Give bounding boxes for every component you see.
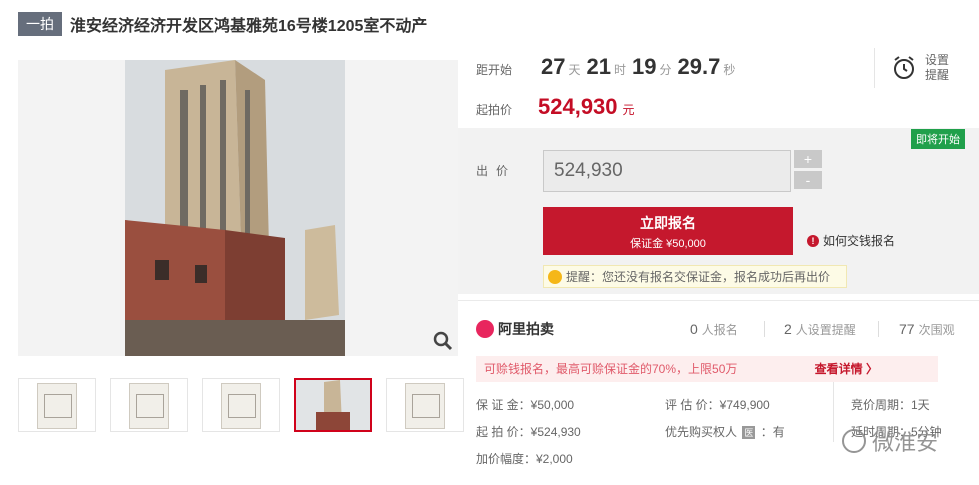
countdown: 距开始 27 天 21 时 19 分 29.7 秒: [476, 54, 738, 80]
auction-stats: 阿里拍卖 0 人报名 2 人设置提醒 77 次围观 可赊钱报名，最高可赊保证金的70%…: [458, 300, 979, 485]
view-details-link[interactable]: 查看详情 〉: [815, 356, 878, 382]
reminder-label: 设置提醒: [925, 53, 950, 82]
countdown-minutes-unit: 分: [659, 63, 672, 77]
views-count: 77 次围观: [899, 321, 955, 337]
priority-badge-icon: 医: [742, 426, 756, 439]
reminder-tip: 提醒：您还没有报名交保证金，报名成功后再出价: [543, 265, 847, 288]
wechat-watermark-icon: [842, 429, 866, 453]
brand-name: 阿里拍卖: [498, 321, 554, 337]
main-photo[interactable]: [18, 60, 458, 356]
thumbnail-floorplan-3[interactable]: [202, 378, 280, 432]
thumbnail-building-photo[interactable]: [294, 378, 372, 432]
ali-auction-logo: 阿里拍卖: [476, 319, 554, 339]
set-reminder-button[interactable]: 设置提醒: [874, 48, 949, 88]
start-price-unit: 元: [622, 103, 635, 117]
ali-logo-icon: [476, 320, 494, 338]
watermark-text: 微淮安: [872, 430, 939, 455]
bid-label: 出价: [476, 164, 517, 178]
countdown-hours: 21: [586, 54, 611, 79]
bid-amount-input[interactable]: 524,930: [543, 150, 791, 192]
countdown-days-unit: 天: [568, 63, 581, 77]
reminders-count: 2 人设置提醒: [784, 321, 856, 337]
start-price-label: 起拍价: [476, 103, 513, 117]
info-appraisal: 评 估 价：¥749,900: [665, 398, 770, 412]
countdown-minutes: 19: [632, 54, 657, 79]
bid-panel: 即将开始 出价 524,930 + - 立即报名 保证金 ¥50,000 ! 如…: [458, 128, 979, 294]
thumbnail-floorplan-1[interactable]: [18, 378, 96, 432]
how-to-pay-text: 如何交钱报名: [823, 234, 896, 248]
title-bar: 一拍 淮安经济经济开发区鸿基雅苑16号楼1205室不动产: [18, 12, 427, 36]
info-deposit: 保 证 金：¥50,000: [476, 398, 575, 412]
info-bidding-cycle: 竞价周期：1天: [851, 398, 930, 412]
how-to-pay-link[interactable]: ! 如何交钱报名: [807, 232, 895, 249]
lightbulb-icon: [548, 269, 562, 284]
start-price: 起拍价 524,930 元: [476, 94, 635, 120]
decrease-bid-button[interactable]: -: [794, 171, 822, 189]
info-increment: 加价幅度：¥2,000: [476, 452, 573, 466]
registrations-count: 0 人报名: [690, 321, 738, 337]
countdown-hours-unit: 时: [613, 63, 626, 77]
info-start-price: 起 拍 价：¥524,930: [476, 425, 581, 439]
building-photo: [125, 60, 345, 356]
info-priority-buyer: 优先购买权人 医 ：有: [665, 425, 785, 439]
thumbnail-floorplan-2[interactable]: [110, 378, 188, 432]
thumbnail-strip: [18, 378, 464, 432]
page-title: 淮安经济经济开发区鸿基雅苑16号楼1205室不动产: [70, 18, 428, 35]
credit-deposit-text: 可赊钱报名，最高可赊保证金的70%，上限50万: [484, 362, 738, 376]
watermark: 微淮安: [842, 425, 938, 457]
increase-bid-button[interactable]: +: [794, 150, 822, 168]
countdown-seconds: 29.7: [677, 54, 721, 79]
thumbnail-floorplan-4[interactable]: [386, 378, 464, 432]
tip-text: 提醒：您还没有报名交保证金，报名成功后再出价: [566, 270, 831, 284]
countdown-seconds-unit: 秒: [723, 63, 736, 77]
info-icon: !: [807, 234, 819, 247]
register-now-button[interactable]: 立即报名 保证金 ¥50,000: [543, 207, 793, 255]
countdown-days: 27: [541, 54, 566, 79]
status-badge: 即将开始: [911, 129, 965, 149]
deposit-label: 保证金 ¥50,000: [630, 238, 706, 250]
alarm-clock-icon: [894, 56, 914, 79]
zoom-icon[interactable]: [432, 330, 454, 352]
start-price-value: 524,930: [538, 94, 618, 119]
countdown-label: 距开始: [476, 63, 513, 77]
auction-round-badge: 一拍: [18, 12, 62, 36]
register-label: 立即报名: [640, 215, 696, 231]
credit-deposit-banner: 可赊钱报名，最高可赊保证金的70%，上限50万 查看详情 〉: [476, 356, 938, 382]
